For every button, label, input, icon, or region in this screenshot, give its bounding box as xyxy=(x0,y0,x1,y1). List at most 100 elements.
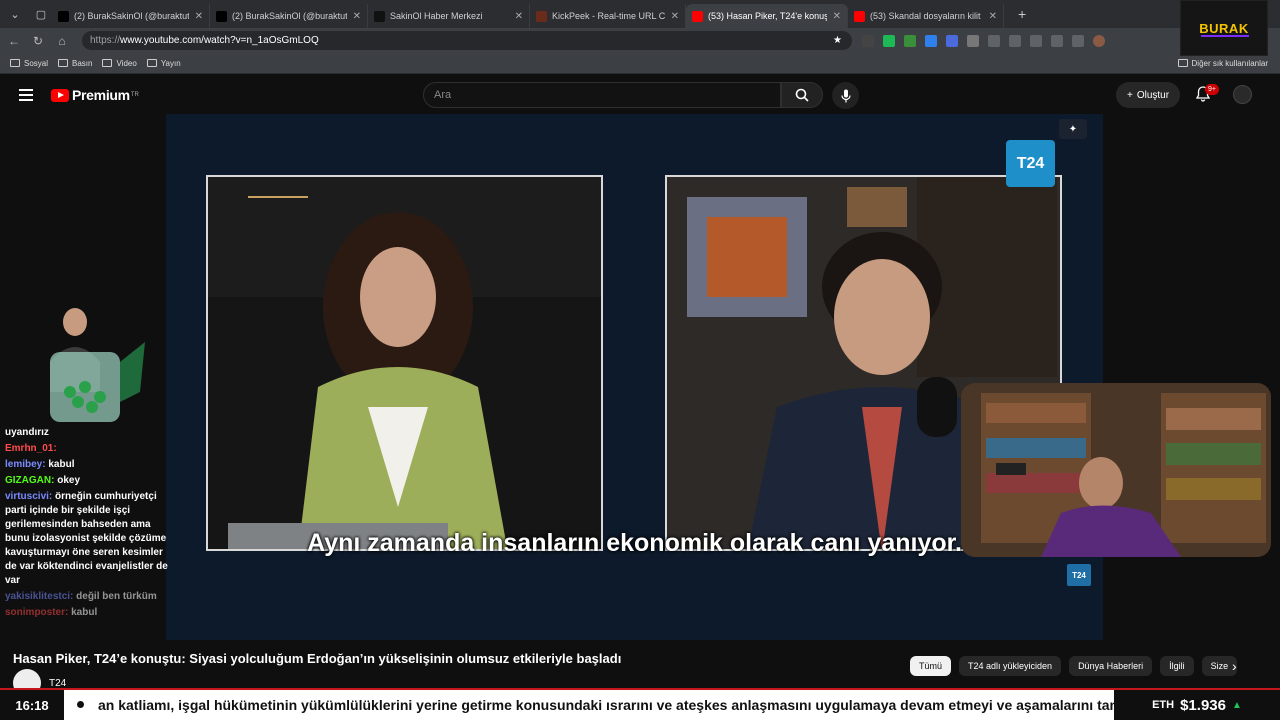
tab-title: (53) Hasan Piker, T24'e konuştu: Si xyxy=(708,11,827,21)
close-tab-icon[interactable]: ✕ xyxy=(195,11,203,22)
browser-tab[interactable]: (2) BurakSakinOl (@buraktut_) / X ✕ xyxy=(210,4,368,28)
chat-text: kabul xyxy=(71,607,98,618)
extension-icon[interactable] xyxy=(883,34,895,47)
profile-avatar[interactable] xyxy=(1093,34,1105,47)
extension-icon[interactable] xyxy=(904,34,916,47)
bookmark-label: Video xyxy=(116,58,137,68)
browser-tab[interactable]: SakinOl Haber Merkezi ✕ xyxy=(368,4,530,28)
back-button[interactable]: ← xyxy=(4,34,24,48)
url-field[interactable]: https:// www.youtube.com /watch?v=n_1aOs… xyxy=(82,31,852,50)
filter-chip[interactable]: Dünya Haberleri xyxy=(1069,656,1153,676)
tab-strip: (2) BurakSakinOl (@buraktut_) / X✕(2) Bu… xyxy=(52,0,1012,28)
chat-username[interactable]: lemibey: xyxy=(5,459,46,470)
x-logo-icon xyxy=(58,10,69,22)
streamer-avatar-graphic xyxy=(50,308,145,422)
logo-text: Premium xyxy=(72,87,130,103)
browser-tab[interactable]: (53) Hasan Piker, T24'e konuştu: Si ✕ xyxy=(686,4,848,28)
chat-message: uyandırız xyxy=(5,426,175,440)
chat-message: lemibey: kabul xyxy=(5,458,175,472)
extension-icon[interactable] xyxy=(862,34,874,47)
url-prefix: https:// xyxy=(90,35,121,46)
chat-username[interactable]: sonimposter: xyxy=(5,607,68,618)
chat-username[interactable]: GIZAGAN: xyxy=(5,475,54,486)
tab-list-dropdown-icon[interactable]: ⌄ xyxy=(4,3,26,25)
live-chat-overlay: uyandırız Emrhn_01: lemibey: kabul GIZAGAN… xyxy=(5,426,175,622)
bookmark-folder[interactable]: Basın xyxy=(58,59,92,68)
ticker-clock: 16:18 xyxy=(0,690,64,720)
bookmark-folder[interactable]: Video xyxy=(102,58,137,68)
ticker-separator-dot xyxy=(77,701,84,708)
browser-tab[interactable]: (53) Skandal dosyaların kilit ismi: A ✕ xyxy=(848,4,1004,28)
chat-username[interactable]: Emrhn_01: xyxy=(5,443,57,454)
filter-chip[interactable]: Tümü xyxy=(910,656,952,676)
favorites-icon[interactable] xyxy=(1030,34,1042,47)
close-tab-icon[interactable]: ✕ xyxy=(833,11,841,22)
extensions-toolbar xyxy=(862,34,1105,47)
channel-name[interactable]: T24 xyxy=(49,678,66,689)
collections-icon[interactable] xyxy=(1051,34,1063,47)
extension-icon[interactable] xyxy=(988,34,1000,47)
tab-title: (2) BurakSakinOl (@buraktut_) / X xyxy=(74,11,189,21)
stream-brand-logo: BURAK xyxy=(1180,0,1268,56)
chat-username[interactable]: yakisiklitestci: xyxy=(5,591,73,602)
news-ticker: 16:18 an katliamı, işgal hükümetinin yük… xyxy=(0,688,1280,720)
close-tab-icon[interactable]: ✕ xyxy=(515,11,523,22)
workspaces-icon[interactable]: ▢ xyxy=(30,3,52,25)
browser-tab[interactable]: KickPeek - Real-time URL Crawler ✕ xyxy=(530,4,686,28)
youtube-icon xyxy=(854,10,865,22)
logo-region: TR xyxy=(130,92,139,98)
video-player[interactable]: T24 ✦ Aynı zamanda insanların ekonomik o… xyxy=(166,114,1103,640)
chat-message: virtuscivi: örneğin cumhuriyetçi parti i… xyxy=(5,490,175,588)
bookmark-label: Basın xyxy=(72,58,93,68)
close-tab-icon[interactable]: ✕ xyxy=(353,11,361,22)
notification-count-badge: 9+ xyxy=(1205,84,1219,95)
chat-text: değil ben türküm xyxy=(76,591,157,602)
extension-icon[interactable] xyxy=(967,34,979,47)
new-tab-button[interactable]: + xyxy=(1018,6,1026,22)
browser-tab[interactable]: (2) BurakSakinOl (@buraktut_) / X ✕ xyxy=(52,4,210,28)
extension-icon[interactable] xyxy=(946,34,958,47)
account-avatar[interactable] xyxy=(1233,85,1252,104)
chat-username[interactable]: virtuscivi: xyxy=(5,491,52,502)
tab-title: SakinOl Haber Merkezi xyxy=(390,11,483,21)
tab-title: KickPeek - Real-time URL Crawler xyxy=(552,11,665,21)
chat-message: yakisiklitestci: değil ben türküm xyxy=(5,590,175,604)
youtube-logo[interactable]: Premium TR xyxy=(51,87,139,103)
reload-button[interactable]: ↻ xyxy=(28,34,48,48)
crypto-price-widget: ETH $1.936 ▲ xyxy=(1114,690,1280,720)
crypto-price: $1.936 xyxy=(1180,696,1226,714)
chat-message: sonimposter: kabul xyxy=(5,606,175,620)
search-button[interactable] xyxy=(781,82,823,108)
bookmark-folder[interactable]: Yayın xyxy=(146,59,181,68)
voice-search-button[interactable] xyxy=(832,82,859,109)
chat-text: örneğin cumhuriyetçi parti içinde bir şe… xyxy=(5,491,168,586)
create-button[interactable]: + Oluştur xyxy=(1116,82,1181,108)
ticker-text: an katliamı, işgal hükümetinin yükümlülü… xyxy=(98,697,1114,713)
create-label: Oluştur xyxy=(1136,89,1170,101)
other-bookmarks[interactable]: Diğer sık kullanılanlar xyxy=(1177,59,1268,68)
bookmark-folder[interactable]: Sosyal xyxy=(10,59,48,68)
browser-tab-bar: ⌄ ▢ (2) BurakSakinOl (@buraktut_) / X✕(2… xyxy=(0,0,1280,28)
extensions-icon[interactable] xyxy=(1072,34,1084,47)
filter-chip[interactable]: T24 adlı yükleyiciden xyxy=(959,656,1062,676)
folder-icon xyxy=(58,59,69,67)
close-tab-icon[interactable]: ✕ xyxy=(989,11,997,22)
hamburger-menu-icon[interactable] xyxy=(19,89,33,101)
chip-scroll-right-icon[interactable]: › xyxy=(1232,658,1237,674)
youtube-icon xyxy=(692,10,703,22)
x-logo-icon xyxy=(216,10,227,22)
favorite-star-icon[interactable]: ★ xyxy=(833,35,842,46)
filter-chip[interactable]: İlgili xyxy=(1160,656,1194,676)
split-screen-icon[interactable] xyxy=(1009,34,1021,47)
extension-icon[interactable] xyxy=(925,34,937,47)
video-title: Hasan Piker, T24’e konuştu: Siyasi yolcu… xyxy=(13,651,622,666)
search-input[interactable]: Ara xyxy=(423,82,781,108)
sparkle-icon[interactable]: ✦ xyxy=(1059,119,1087,139)
home-button[interactable]: ⌂ xyxy=(52,34,72,48)
close-tab-icon[interactable]: ✕ xyxy=(671,11,679,22)
youtube-play-icon xyxy=(51,88,69,102)
channel-watermark[interactable]: T24 xyxy=(1067,564,1091,586)
streamer-webcam-image xyxy=(961,383,1271,557)
youtube-page: Premium TR Ara + Oluştur 9+ T24 ✦ Aynı z… xyxy=(0,76,1280,720)
bookmarks-bar: Sosyal Basın Video Yayın Diğer sık kulla… xyxy=(0,53,1280,74)
